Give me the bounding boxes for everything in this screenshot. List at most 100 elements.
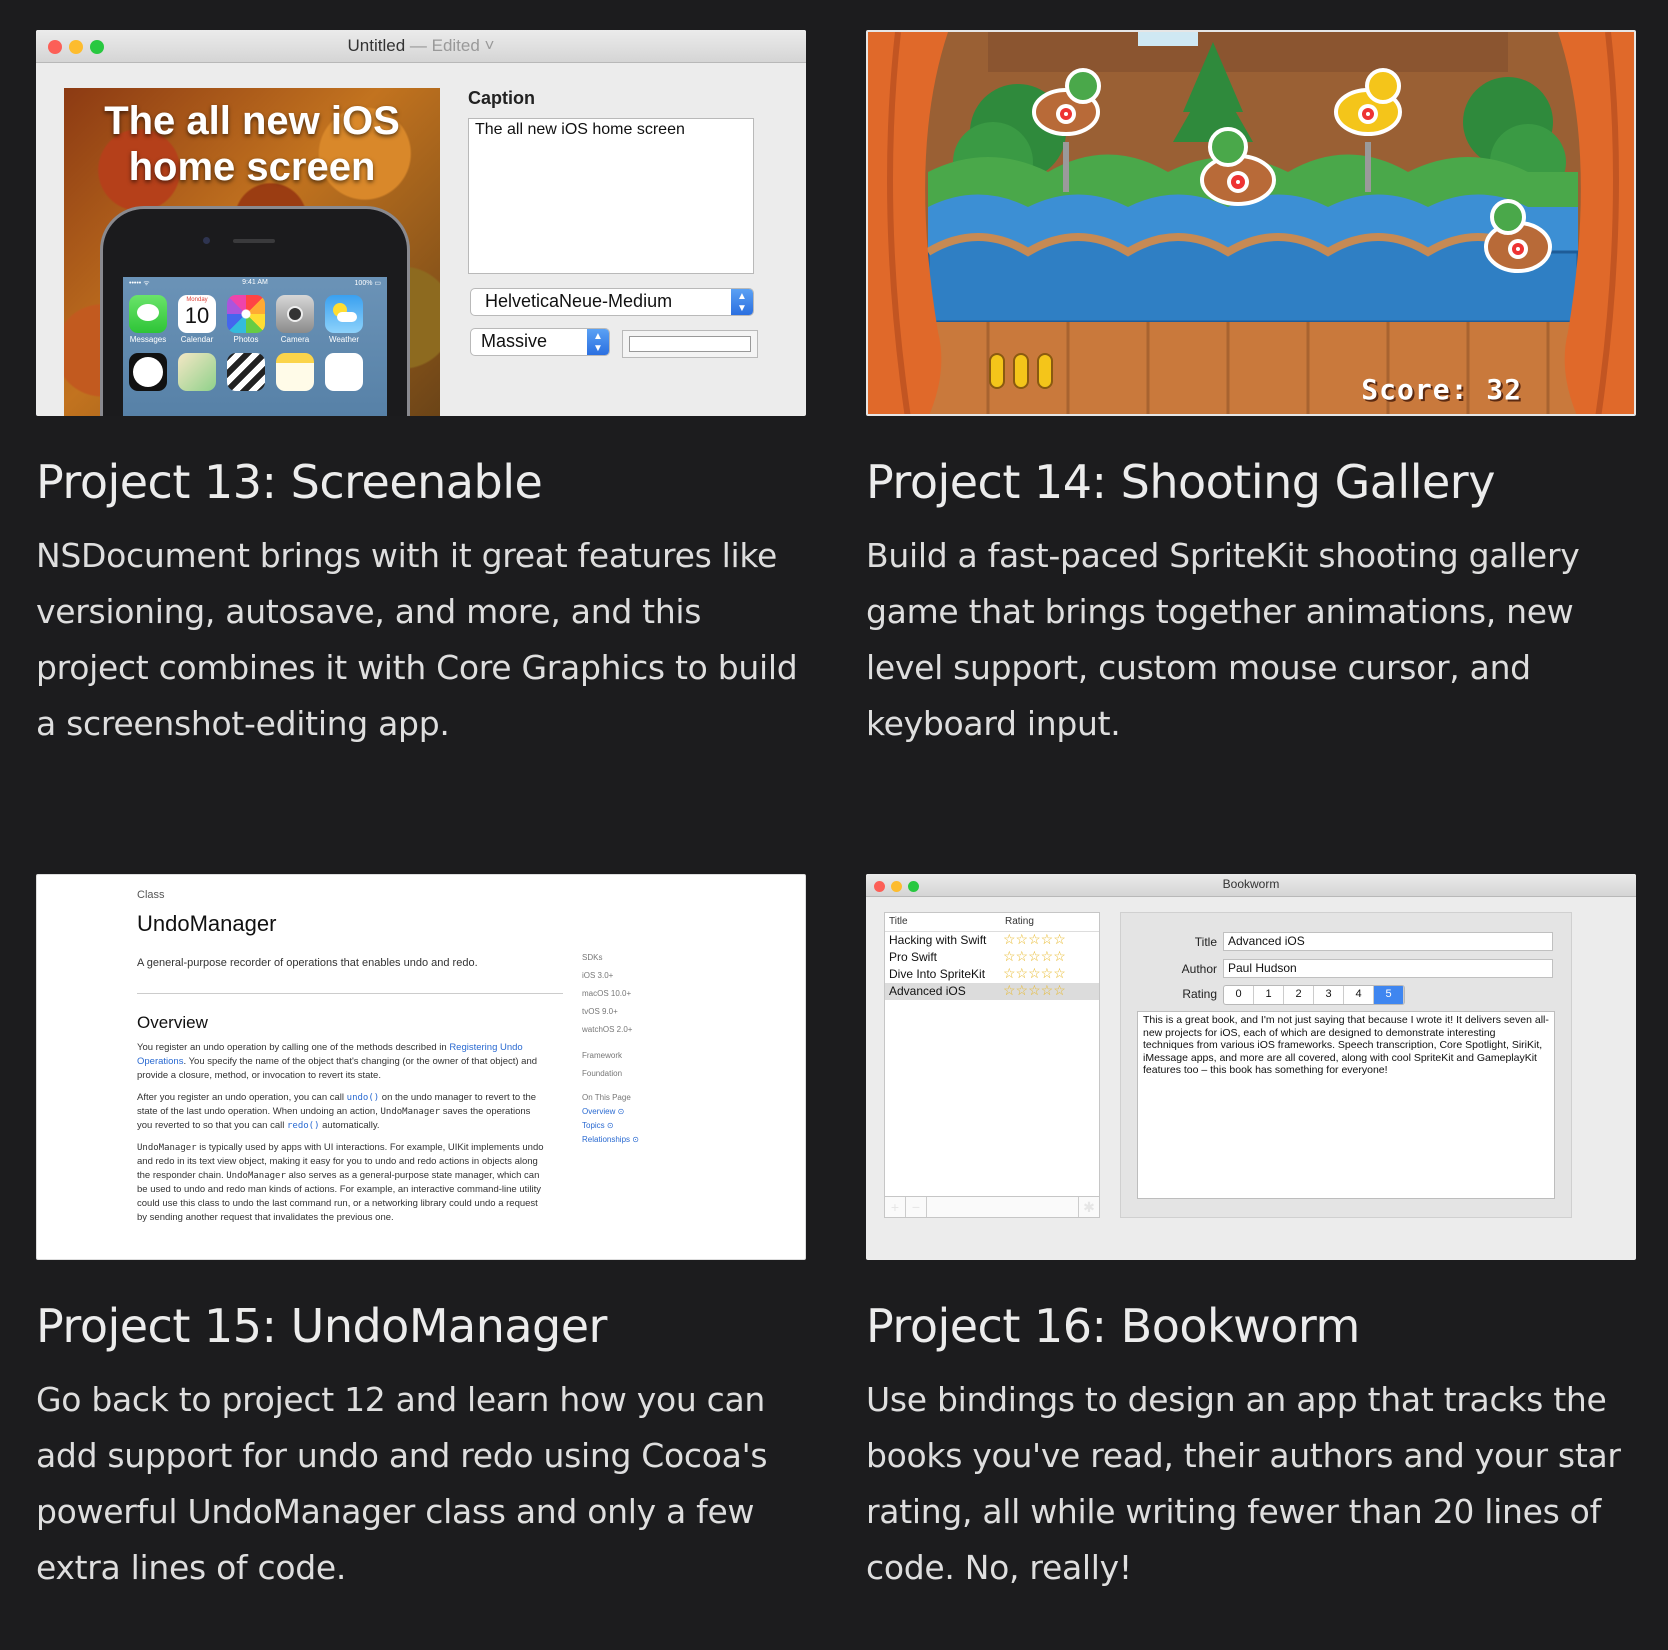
column-rating[interactable]: Rating <box>1005 916 1034 927</box>
app-label-camera: Camera <box>280 335 310 344</box>
font-popup-value: HelveticaNeue-Medium <box>485 291 673 311</box>
author-field[interactable]: Paul Hudson <box>1223 959 1553 978</box>
rating-segment-1[interactable]: 1 <box>1254 986 1284 1004</box>
undo-link[interactable]: undo() <box>347 1093 380 1103</box>
window-title: Untitled — Edited ˅ <box>36 36 806 56</box>
book-title: Hacking with Swift <box>889 933 987 947</box>
wood-plank <box>988 32 1508 72</box>
window-title: Bookworm <box>1222 877 1280 891</box>
rating-label: Rating <box>1182 987 1217 1001</box>
project-description: Go back to project 12 and learn how you … <box>36 1380 768 1587</box>
rating-segment-3[interactable]: 3 <box>1314 986 1344 1004</box>
on-page-link-relationships[interactable]: Relationships ⊙ <box>582 1133 692 1147</box>
p1-text-a: You register an undo operation by callin… <box>137 1042 450 1053</box>
project-title[interactable]: Project 16: Bookworm <box>866 1298 1636 1354</box>
framework-label: Framework <box>582 1051 623 1060</box>
project-card-14[interactable]: Score: 32 Project 14: Shooting Gallery B… <box>866 30 1636 752</box>
app-label-messages: Messages <box>129 335 167 344</box>
rating-segment-0[interactable]: 0 <box>1224 986 1254 1004</box>
table-buttons: + − ✱ <box>885 1196 1099 1217</box>
project-title[interactable]: Project 14: Shooting Gallery <box>866 454 1636 510</box>
popup-arrows-icon: ▲ ▼ <box>731 289 753 315</box>
p2-text-d: automatically. <box>319 1120 380 1131</box>
project-description: Use bindings to design an app that track… <box>866 1380 1621 1587</box>
title-field[interactable]: Advanced iOS <box>1223 932 1553 951</box>
book-title: Pro Swift <box>889 950 938 964</box>
photos-app-icon <box>227 295 265 333</box>
gear-icon[interactable]: ✱ <box>1078 1197 1099 1217</box>
window-title-text: Untitled <box>347 36 406 55</box>
size-popup[interactable]: Massive ▲ ▼ <box>470 328 610 356</box>
clock-app-icon <box>129 353 167 391</box>
star-rating[interactable]: ☆☆☆☆☆ <box>1003 931 1066 948</box>
phone-screen: ••••• ᯤ 9:41 AM 100% ▭ Monday 10 Message… <box>123 277 387 416</box>
maps-app-icon <box>178 353 216 391</box>
column-title[interactable]: Title <box>889 916 908 927</box>
project-description: Build a fast-paced SpriteKit shooting ga… <box>866 536 1580 743</box>
battery-text: 100% ▭ <box>354 280 381 287</box>
project-card-13[interactable]: Untitled — Edited ˅ The all new iOS home… <box>36 30 806 752</box>
project-title[interactable]: Project 15: UndoManager <box>36 1298 806 1354</box>
p3-code-2: UndoManager <box>226 1171 286 1181</box>
p2-text-a: After you register an undo operation, yo… <box>137 1092 347 1103</box>
rating-segment-5[interactable]: 5 <box>1374 986 1404 1004</box>
score-label: Score: 32 <box>1361 373 1522 406</box>
color-swatch <box>629 336 751 352</box>
framework-value: Foundation <box>582 1069 623 1078</box>
weather-app-icon <box>325 295 363 333</box>
doc-divider <box>137 993 563 994</box>
star-rating[interactable]: ☆☆☆☆☆ <box>1003 982 1066 999</box>
sky-patch <box>1138 32 1198 46</box>
color-well[interactable] <box>622 330 758 358</box>
table-row[interactable]: Dive Into SpriteKit ☆☆☆☆☆ <box>885 965 1099 983</box>
calendar-app-icon: Monday 10 <box>178 295 216 333</box>
project-card-15[interactable]: Class UndoManager A general-purpose reco… <box>36 874 806 1596</box>
doc-kind: Class <box>137 889 165 901</box>
time-text: 9:41 AM <box>242 279 268 286</box>
project-title[interactable]: Project 13: Screenable <box>36 454 806 510</box>
on-page-link-overview[interactable]: Overview ⊙ <box>582 1105 692 1119</box>
book-title: Advanced iOS <box>889 984 966 998</box>
screenable-screenshot: Untitled — Edited ˅ The all new iOS home… <box>36 30 806 416</box>
font-popup[interactable]: HelveticaNeue-Medium ▲ ▼ <box>470 288 754 316</box>
on-page-link-topics[interactable]: Topics ⊙ <box>582 1119 692 1133</box>
speaker-icon <box>233 239 275 243</box>
window-titlebar: Bookworm <box>866 874 1636 897</box>
bullet-icon <box>1013 353 1029 389</box>
remove-button[interactable]: − <box>906 1197 927 1217</box>
rating-segmented-control[interactable]: 0 1 2 3 4 5 <box>1223 985 1405 1005</box>
app-label-photos: Photos <box>233 335 259 344</box>
star-rating[interactable]: ☆☆☆☆☆ <box>1003 965 1066 982</box>
preview-image: The all new iOS home screen ••••• ᯤ 9:41… <box>64 88 440 416</box>
author-label: Author <box>1181 962 1217 976</box>
review-textview[interactable]: This is a great book, and I'm not just s… <box>1137 1011 1555 1199</box>
bullet-icons <box>989 353 1053 389</box>
status-bar: ••••• ᯤ 9:41 AM 100% ▭ <box>129 279 381 288</box>
books-table: Title Rating Hacking with Swift ☆☆☆☆☆ Pr… <box>884 912 1100 1218</box>
p1-text-b: . You specify the name of the object tha… <box>137 1056 538 1081</box>
rating-segment-4[interactable]: 4 <box>1344 986 1374 1004</box>
table-row[interactable]: Hacking with Swift ☆☆☆☆☆ <box>885 931 1099 949</box>
sdk-item: iOS 3.0+ <box>582 971 614 980</box>
messages-app-icon <box>129 295 167 333</box>
doc-heading: UndoManager <box>137 911 277 936</box>
notes-app-icon <box>276 353 314 391</box>
overview-heading: Overview <box>137 1013 208 1032</box>
book-title: Dive Into SpriteKit <box>889 967 986 981</box>
table-row[interactable]: Pro Swift ☆☆☆☆☆ <box>885 948 1099 966</box>
table-row-selected[interactable]: Advanced iOS ☆☆☆☆☆ <box>885 982 1099 1000</box>
rating-segment-2[interactable]: 2 <box>1284 986 1314 1004</box>
app-label-weather: Weather <box>328 335 360 344</box>
reminders-app-icon <box>325 353 363 391</box>
sdks-label: SDKs <box>582 953 603 962</box>
sdk-item: tvOS 9.0+ <box>582 1007 618 1016</box>
project-description: NSDocument brings with it great features… <box>36 536 798 743</box>
redo-link[interactable]: redo() <box>287 1121 320 1131</box>
project-card-16[interactable]: Bookworm Title Rating Hacking with Swift… <box>866 874 1636 1596</box>
window-edited-text: — Edited ˅ <box>409 36 495 55</box>
iphone-mockup: ••••• ᯤ 9:41 AM 100% ▭ Monday 10 Message… <box>100 206 410 416</box>
add-button[interactable]: + <box>885 1197 906 1217</box>
caption-textview[interactable]: The all new iOS home screen <box>468 118 754 274</box>
star-rating[interactable]: ☆☆☆☆☆ <box>1003 948 1066 965</box>
overview-paragraph-1: You register an undo operation by callin… <box>137 1041 547 1083</box>
